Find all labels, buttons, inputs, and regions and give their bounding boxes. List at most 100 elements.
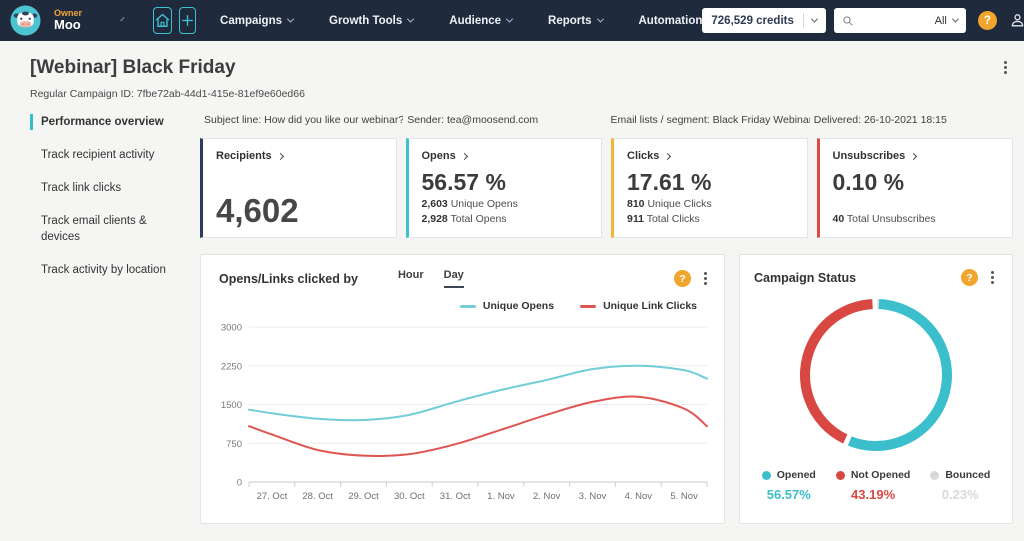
chevron-right-icon: [276, 152, 284, 160]
opens-links-chart-panel: Opens/Links clicked by Hour Day ? Unique…: [200, 254, 725, 524]
page-kebab-menu-icon[interactable]: [1004, 66, 1007, 69]
svg-text:31. Oct: 31. Oct: [440, 491, 471, 502]
opened-swatch: [761, 470, 771, 480]
campaign-status-panel: Campaign Status ? Opened 56.57% Not Open…: [739, 254, 1013, 524]
opens-rate: 56.57 %: [421, 169, 506, 195]
chart-kebab-menu-icon[interactable]: [704, 277, 707, 280]
clicks-details: 810 Unique Clicks911 Total Clicks: [627, 197, 794, 227]
create-new-button[interactable]: [179, 7, 197, 34]
question-mark-icon: ?: [983, 14, 991, 27]
meta-email-lists: Email lists / segment: Black Friday Webi…: [610, 114, 810, 126]
sidebar-item-email-clients-devices[interactable]: Track email clients & devices: [30, 213, 178, 245]
credits-separator: [802, 13, 804, 28]
campaign-status-donut-chart[interactable]: [795, 294, 957, 456]
card-label: Unsubscribes: [832, 150, 906, 162]
legend-opened: Opened 56.57%: [761, 469, 816, 502]
meta-subject-line: Subject line: How did you like our webin…: [204, 114, 404, 126]
credits-dropdown[interactable]: 726,529 credits: [702, 8, 826, 33]
home-button[interactable]: [153, 7, 173, 34]
svg-text:4. Nov: 4. Nov: [625, 491, 653, 502]
opens-card-link[interactable]: Opens: [422, 150, 589, 162]
unique-link-clicks-swatch: [580, 304, 597, 308]
unique-opens-swatch: [459, 304, 476, 308]
nav-label: Reports: [548, 14, 592, 27]
page-title: [Webinar] Black Friday: [30, 57, 236, 78]
nav-label: Campaigns: [220, 14, 283, 27]
nav-item-audience[interactable]: Audience: [449, 14, 514, 27]
toggle-day[interactable]: Day: [443, 269, 464, 288]
recipients-card-link[interactable]: Recipients: [216, 150, 383, 162]
opened-label: Opened: [776, 469, 816, 481]
search-filter-value: All: [934, 14, 947, 27]
nav-label: Growth Tools: [329, 14, 403, 27]
unsubscribes-card-link[interactable]: Unsubscribes: [833, 150, 1000, 162]
chevron-down-icon: [286, 15, 295, 23]
campaign-status-kebab-menu-icon[interactable]: [991, 276, 994, 279]
legend-unique-link-clicks[interactable]: Unique Link Clicks: [580, 300, 697, 312]
campaign-status-title: Campaign Status: [754, 270, 857, 285]
nav-label: Automation: [638, 14, 703, 27]
legend-label: Unique Link Clicks: [603, 300, 697, 312]
sidebar-item-activity-by-location[interactable]: Track activity by location: [30, 262, 178, 278]
stat-cards-row: Recipients 4,602 Opens 56.57 % 2,603 Uni…: [200, 138, 1013, 238]
plus-icon: [182, 15, 193, 26]
nav-item-growth-tools[interactable]: Growth Tools: [329, 14, 415, 27]
chevron-down-icon: [951, 15, 959, 23]
nav-item-automation[interactable]: Automation: [639, 15, 703, 27]
search-icon: [843, 15, 853, 26]
opens-links-line-chart[interactable]: 0 750 1500 2250 3000 27. Oct 28. Oct 29. Oct 30.…: [219, 312, 711, 508]
toggle-hour[interactable]: Hour: [398, 269, 424, 288]
total-clicks-count: 911: [627, 212, 644, 225]
nav-label: Audience: [449, 14, 502, 27]
total-opens-label: Total Opens: [450, 212, 507, 225]
account-name: Moo: [54, 17, 81, 33]
opens-details: 2,603 Unique Opens 2,928 Total Opens: [422, 197, 589, 227]
bounced-label: Bounced: [945, 469, 991, 481]
user-icon: [1011, 14, 1024, 27]
total-opens-count: 2,928: [421, 212, 448, 225]
clicks-card-link[interactable]: Clicks: [627, 150, 794, 162]
legend-label: Unique Opens: [482, 300, 555, 312]
card-label: Opens: [421, 150, 456, 162]
global-search[interactable]: All: [833, 8, 966, 33]
search-filter-dropdown[interactable]: All: [934, 14, 959, 27]
account-chevron-down-icon[interactable]: [120, 16, 125, 22]
svg-text:3000: 3000: [221, 323, 242, 334]
chart-panel-title: Opens/Links clicked by: [219, 271, 358, 286]
total-clicks-label: Total Clicks: [646, 212, 700, 225]
campaign-id: Regular Campaign ID: 7fbe72ab-44d1-415e-…: [30, 88, 305, 100]
svg-text:5. Nov: 5. Nov: [670, 491, 698, 502]
help-button[interactable]: ?: [977, 11, 997, 30]
chevron-right-icon: [664, 152, 672, 160]
sidebar-item-link-clicks[interactable]: Track link clicks: [30, 180, 178, 196]
chevron-down-icon: [596, 15, 604, 23]
campaign-status-help-button[interactable]: ?: [961, 269, 978, 286]
report-sidebar: Performance overview Track recipient act…: [30, 114, 200, 524]
nav-item-campaigns[interactable]: Campaigns: [220, 14, 295, 27]
hour-day-toggle: Hour Day: [398, 269, 464, 288]
sidebar-item-performance-overview[interactable]: Performance overview: [30, 114, 178, 131]
unsubscribes-details: 40 Total Unsubscribes: [833, 212, 1000, 227]
opened-value: 56.57%: [766, 487, 811, 502]
account-switcher[interactable]: Owner Moo: [54, 8, 82, 33]
unsubscribes-card: Unsubscribes 0.10 % 40 Total Unsubscribe…: [816, 138, 1013, 238]
unique-opens-label: Unique Opens: [450, 197, 518, 210]
search-input[interactable]: [858, 14, 935, 27]
opens-card: Opens 56.57 % 2,603 Unique Opens 2,928 T…: [405, 138, 602, 238]
total-unsubscribes-label: Total Unsubscribes: [846, 212, 936, 225]
legend-unique-opens[interactable]: Unique Opens: [459, 300, 555, 312]
clicks-rate: 17.61 %: [627, 169, 712, 195]
chevron-down-icon: [407, 15, 415, 23]
svg-text:27. Oct: 27. Oct: [257, 491, 288, 502]
svg-text:0: 0: [237, 478, 242, 489]
chart-legend: Unique Opens Unique Link Clicks: [219, 300, 697, 312]
svg-text:30. Oct: 30. Oct: [394, 491, 425, 502]
total-unsubscribes-count: 40: [832, 212, 845, 225]
chart-help-button[interactable]: ?: [674, 270, 691, 287]
unique-opens-count: 2,603: [421, 197, 448, 210]
sidebar-item-recipient-activity[interactable]: Track recipient activity: [30, 147, 178, 163]
user-menu[interactable]: [1009, 12, 1024, 29]
nav-item-reports[interactable]: Reports: [548, 14, 604, 27]
top-navbar: Owner Moo Campaigns Growth Tools Audienc…: [0, 0, 1024, 41]
moosend-cow-logo[interactable]: [10, 5, 41, 36]
